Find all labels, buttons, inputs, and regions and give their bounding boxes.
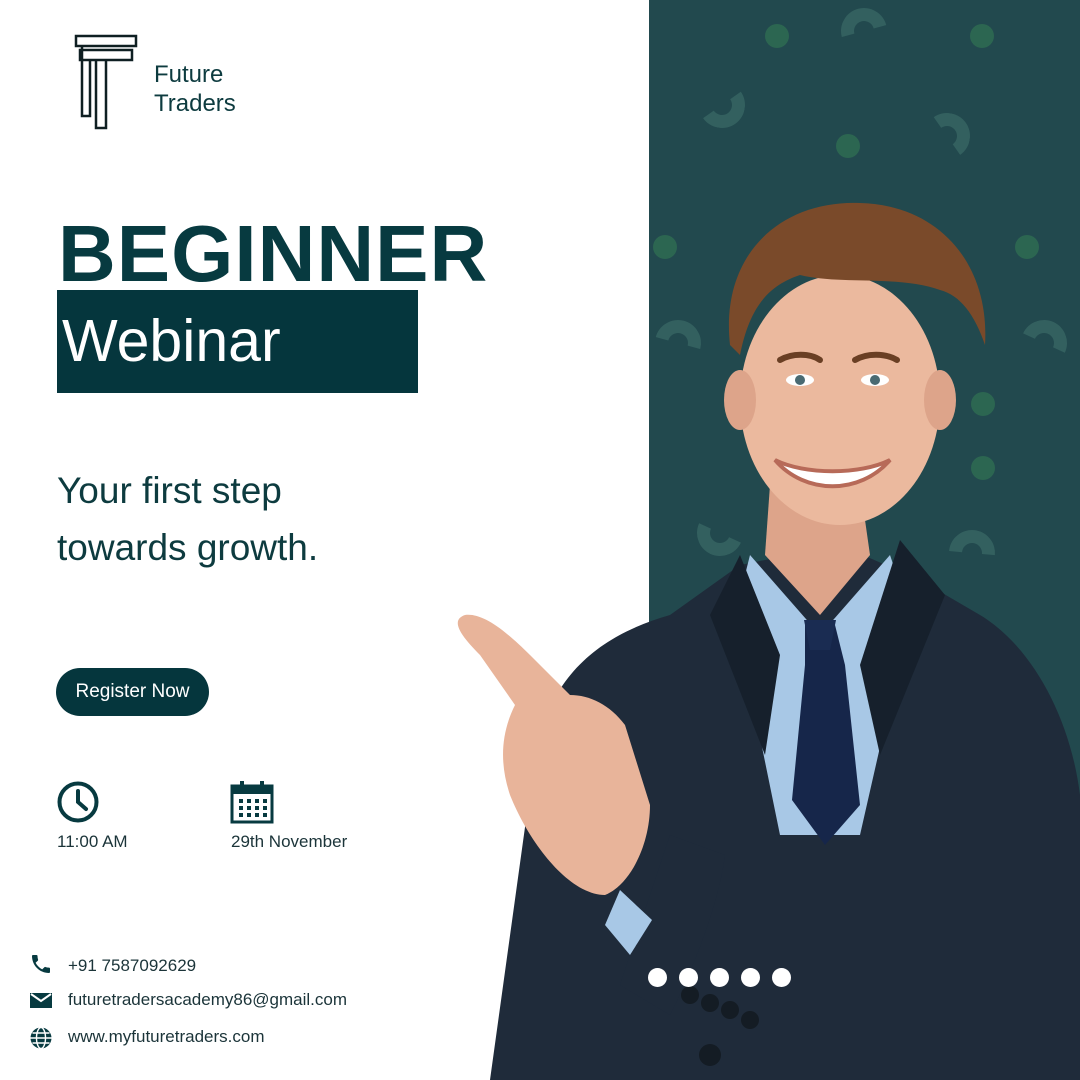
carousel-dot[interactable] [679,968,698,987]
contact-email[interactable]: futuretradersacademy86@gmail.com [68,990,347,1010]
event-time: 11:00 AM [57,832,128,851]
brand-name: Future Traders [154,60,236,118]
event-date: 29th November [231,832,348,851]
pattern-ring [832,0,896,63]
mail-icon [30,993,52,1008]
pattern-dot [970,24,994,48]
carousel-dot[interactable] [710,968,729,987]
webinar-flyer: Future Traders BEGINNER Webinar Your fir… [0,0,1080,1080]
carousel-dot[interactable] [648,968,667,987]
contact-website[interactable]: www.myfuturetraders.com [68,1027,265,1047]
phone-icon [32,955,50,973]
pattern-ring [695,78,749,132]
pattern-ring [920,109,974,163]
pattern-dot [836,134,860,158]
carousel-pager [648,968,791,987]
brand-name-line1: Future [154,61,224,88]
carousel-dot[interactable] [772,968,791,987]
register-now-button[interactable]: Register Now [56,668,209,716]
tagline: Your first step towards growth. [57,470,319,568]
ft-monogram-logo [74,34,138,130]
businessman-photo [457,202,1080,1080]
pattern-dot [765,24,789,48]
subheadline: Webinar [62,308,281,374]
contact-phone: +91 7587092629 [68,956,197,975]
carousel-dot[interactable] [741,968,760,987]
brand-name-line2: Traders [154,90,236,117]
subheadline-box: Webinar [57,290,418,393]
calendar-icon [230,781,274,824]
clock-icon [57,781,99,823]
globe-icon [30,1026,52,1050]
